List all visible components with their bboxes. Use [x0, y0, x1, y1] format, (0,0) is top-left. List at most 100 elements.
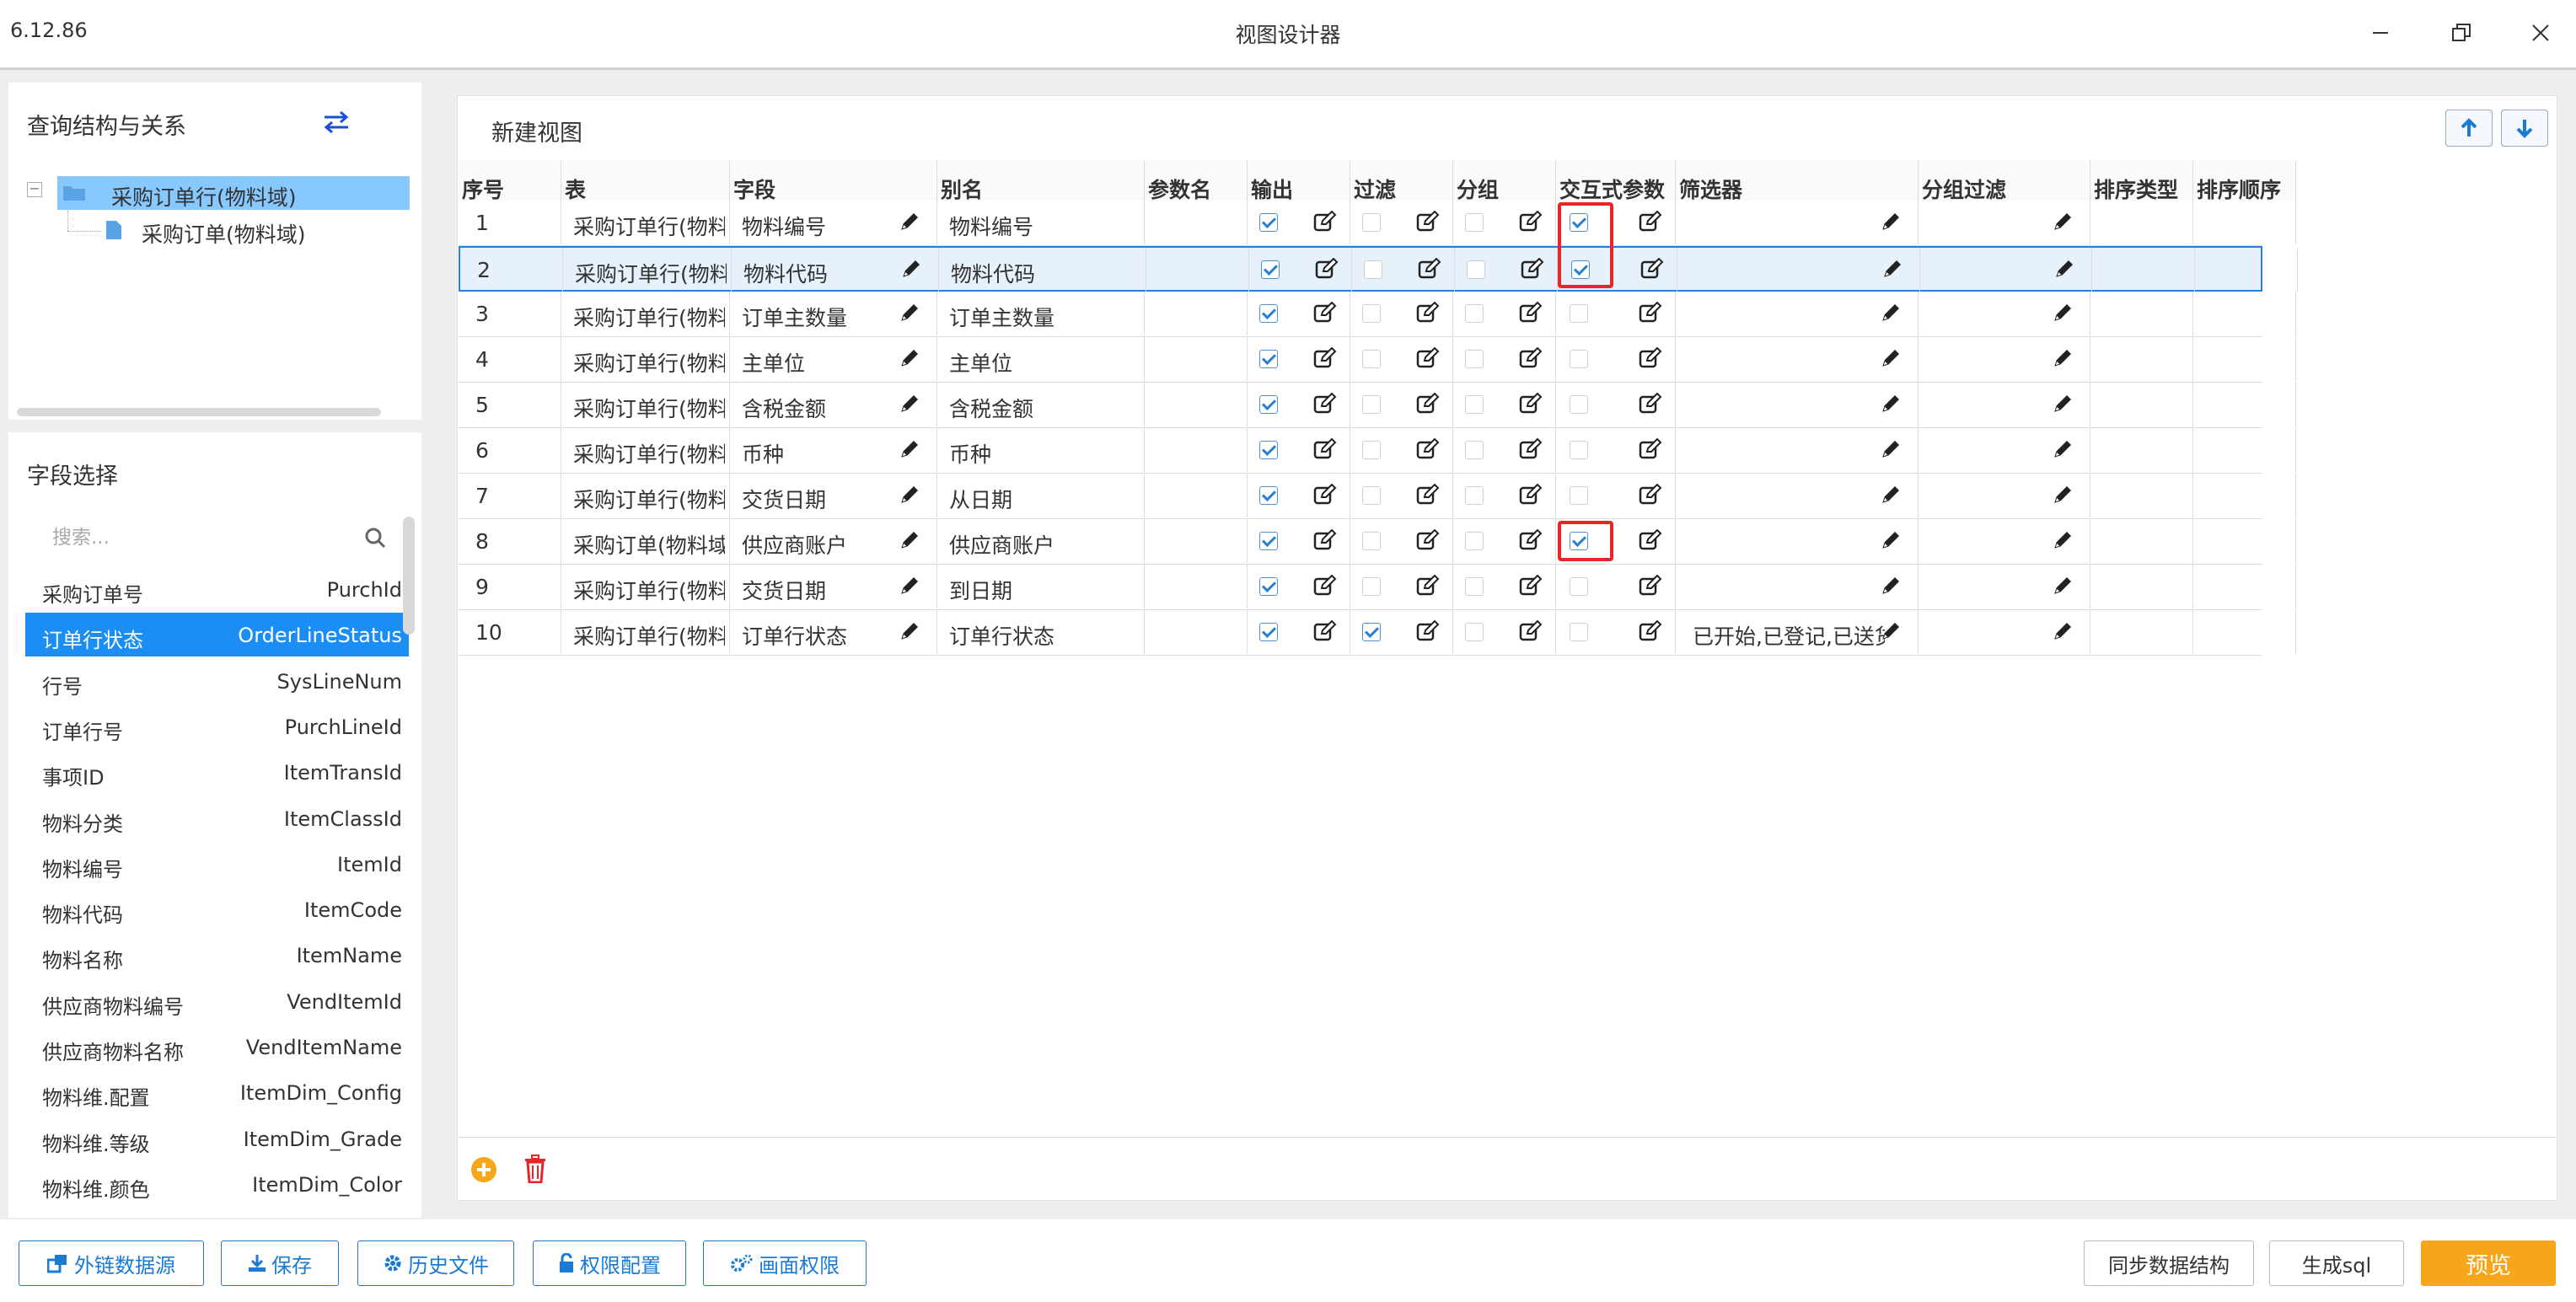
cell-interactive-checkbox[interactable]	[1570, 395, 1588, 414]
edit-icon[interactable]	[1313, 528, 1337, 553]
cell-alias[interactable]: 物料编号	[937, 201, 1145, 244]
cell-filter-checkbox[interactable]	[1364, 260, 1382, 279]
cell-group-checkbox[interactable]	[1465, 486, 1484, 505]
cell-group-checkbox[interactable]	[1465, 577, 1484, 596]
field-item[interactable]: 物料维.配置 ItemDim_Config	[25, 1070, 409, 1114]
field-item[interactable]: 物料编号 ItemId	[25, 842, 409, 886]
cell-output-checkbox[interactable]	[1259, 577, 1278, 596]
cell-field[interactable]: 币种	[730, 428, 937, 472]
cell-no[interactable]: 4	[459, 337, 561, 381]
pencil-icon[interactable]	[2052, 302, 2075, 325]
cell-field[interactable]: 交货日期	[730, 474, 937, 517]
horizontal-scrollbar[interactable]	[17, 408, 381, 416]
cell-param[interactable]	[1145, 519, 1248, 563]
cell-table[interactable]: 采购订单行(物料	[561, 201, 730, 244]
grid-row[interactable]: 4 采购订单行(物料 主单位 主单位	[459, 337, 2296, 383]
cell-filterer[interactable]	[1676, 519, 1919, 563]
cell-no[interactable]: 1	[459, 201, 561, 244]
edit-icon[interactable]	[1639, 619, 1662, 644]
save-button[interactable]: 保存	[221, 1240, 339, 1286]
cell-field[interactable]: 主单位	[730, 337, 937, 381]
move-down-button[interactable]	[2501, 110, 2548, 147]
pencil-icon[interactable]	[1880, 211, 1903, 234]
cell-no[interactable]: 10	[459, 610, 561, 654]
cell-field[interactable]: 交货日期	[730, 565, 937, 608]
cell-filter-checkbox[interactable]	[1362, 350, 1381, 368]
swap-arrows-icon[interactable]	[322, 110, 351, 135]
cell-sort-order[interactable]	[2193, 201, 2296, 244]
edit-icon[interactable]	[1639, 210, 1662, 234]
edit-icon[interactable]	[1313, 392, 1337, 416]
grid-row[interactable]: 8 采购订单(物料域 供应商账户 供应商账户	[459, 519, 2296, 565]
cell-output-checkbox[interactable]	[1259, 213, 1278, 232]
pencil-icon[interactable]	[1880, 484, 1903, 507]
cell-sort-type[interactable]	[2090, 428, 2193, 472]
cell-alias[interactable]: 含税金额	[937, 383, 1145, 426]
cell-group-filter[interactable]	[1920, 248, 2092, 292]
edit-icon[interactable]	[1416, 301, 1440, 325]
field-item[interactable]: 采购订单号 PurchId	[25, 567, 409, 611]
edit-icon[interactable]	[1315, 257, 1339, 281]
grid-row[interactable]: 9 采购订单行(物料 交货日期 到日期	[459, 565, 2296, 610]
cell-alias[interactable]: 币种	[937, 428, 1145, 472]
cell-output-checkbox[interactable]	[1261, 260, 1280, 279]
cell-output-checkbox[interactable]	[1259, 532, 1278, 550]
cell-alias[interactable]: 供应商账户	[937, 519, 1145, 563]
cell-table[interactable]: 采购订单行(物料	[561, 383, 730, 426]
edit-icon[interactable]	[1416, 619, 1440, 644]
cell-output-checkbox[interactable]	[1259, 350, 1278, 368]
pencil-icon[interactable]	[899, 393, 922, 416]
cell-alias[interactable]: 订单主数量	[937, 292, 1145, 335]
edit-icon[interactable]	[1639, 483, 1662, 507]
cell-table[interactable]: 采购订单行(物料	[563, 248, 732, 292]
grid-row[interactable]: 10 采购订单行(物料 订单行状态 订单行状态 已开始,已登记,已送货	[459, 610, 2296, 656]
cell-group-checkbox[interactable]	[1465, 213, 1484, 232]
grid-row[interactable]: 2 采购订单行(物料 物料代码 物料代码	[459, 246, 2298, 292]
cell-output-checkbox[interactable]	[1259, 623, 1278, 641]
cell-param[interactable]	[1145, 610, 1248, 654]
cell-alias[interactable]: 到日期	[937, 565, 1145, 608]
edit-icon[interactable]	[1418, 257, 1441, 281]
pencil-icon[interactable]	[2052, 575, 2075, 598]
cell-group-checkbox[interactable]	[1465, 395, 1484, 414]
pencil-icon[interactable]	[2052, 211, 2075, 234]
edit-icon[interactable]	[1313, 619, 1337, 644]
pencil-icon[interactable]	[1880, 302, 1903, 325]
cell-field[interactable]: 供应商账户	[730, 519, 937, 563]
add-circle-icon[interactable]	[470, 1156, 497, 1183]
pencil-icon[interactable]	[900, 258, 924, 281]
cell-field[interactable]: 物料代码	[732, 248, 939, 292]
cell-sort-order[interactable]	[2193, 292, 2296, 335]
field-item[interactable]: 物料分类 ItemClassId	[25, 796, 409, 840]
field-item[interactable]: 供应商物料名称 VendItemName	[25, 1025, 409, 1069]
cell-table[interactable]: 采购订单行(物料	[561, 292, 730, 335]
pencil-icon[interactable]	[2052, 529, 2075, 553]
cell-alias[interactable]: 订单行状态	[937, 610, 1145, 654]
restore-button[interactable]	[2436, 12, 2487, 54]
cell-group-checkbox[interactable]	[1465, 441, 1484, 459]
cell-sort-type[interactable]	[2090, 337, 2193, 381]
cell-filter-checkbox[interactable]	[1362, 532, 1381, 550]
edit-icon[interactable]	[1519, 301, 1543, 325]
cell-no[interactable]: 6	[459, 428, 561, 472]
edit-icon[interactable]	[1639, 301, 1662, 325]
cell-output-checkbox[interactable]	[1259, 395, 1278, 414]
pencil-icon[interactable]	[899, 211, 922, 234]
edit-icon[interactable]	[1313, 483, 1337, 507]
edit-icon[interactable]	[1519, 210, 1543, 234]
grid-row[interactable]: 3 采购订单行(物料 订单主数量 订单主数量	[459, 292, 2296, 337]
cell-sort-type[interactable]	[2090, 610, 2193, 654]
pencil-icon[interactable]	[2052, 438, 2075, 462]
edit-icon[interactable]	[1416, 392, 1440, 416]
cell-table[interactable]: 采购订单行(物料	[561, 474, 730, 517]
grid-row[interactable]: 6 采购订单行(物料 币种 币种	[459, 428, 2296, 474]
field-item[interactable]: 订单行状态 OrderLineStatus	[25, 613, 409, 657]
edit-icon[interactable]	[1313, 574, 1337, 598]
cell-no[interactable]: 9	[459, 565, 561, 608]
pencil-icon[interactable]	[2052, 393, 2075, 416]
cell-group-checkbox[interactable]	[1465, 350, 1484, 368]
cell-param[interactable]	[1145, 474, 1248, 517]
pencil-icon[interactable]	[1881, 258, 1905, 281]
cell-sort-type[interactable]	[2092, 248, 2195, 292]
cell-param[interactable]	[1146, 248, 1249, 292]
